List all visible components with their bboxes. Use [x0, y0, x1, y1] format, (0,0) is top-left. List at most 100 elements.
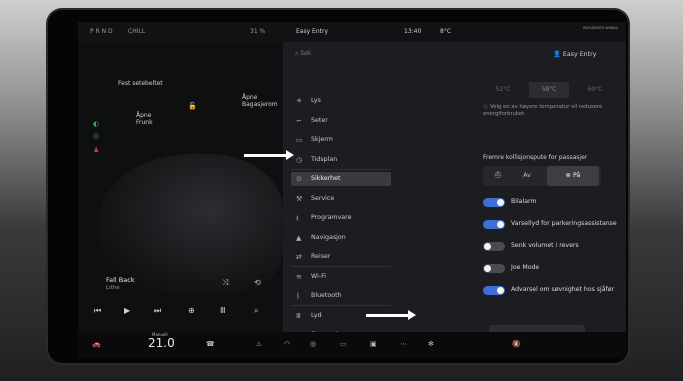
profile-button[interactable]: 👤 Easy Entry — [553, 50, 596, 58]
toggle-switch[interactable] — [483, 286, 505, 295]
equalizer-icon[interactable]: Ⅲ — [220, 306, 226, 315]
temp-option-52[interactable]: 52°C — [483, 82, 523, 98]
sound-icon: Ⅲ — [296, 311, 301, 320]
toggle-switch[interactable] — [483, 264, 505, 273]
menu-item-reiser[interactable]: ⇄ Reiser — [291, 250, 391, 264]
lightbulb-icon: ☀ — [296, 97, 303, 105]
annotation-arrow-skru-av — [366, 310, 416, 320]
previous-icon[interactable]: ⏮ — [94, 306, 101, 316]
toggle-switch[interactable] — [483, 198, 505, 207]
temp-option-58[interactable]: 58°C — [529, 82, 569, 98]
toggle-switch[interactable] — [483, 242, 505, 251]
menu-item-sikkerhet[interactable]: ⊙ Sikkerhet — [291, 172, 391, 186]
toggle-knob — [497, 221, 504, 228]
passenger-airbag-status: PASSENGER AIRBAG — [583, 26, 619, 30]
menu-item-tidsplan[interactable]: ◷ Tidsplan — [291, 153, 391, 167]
search-icon[interactable]: ⌕ — [254, 306, 258, 316]
seat-heat-icon[interactable]: ♨ — [256, 340, 262, 348]
menu-item-label: Reiser — [311, 253, 331, 260]
headlight-icon: ◐ — [93, 120, 100, 128]
steering-heat-icon[interactable]: ◎ — [310, 340, 316, 348]
menu-item-label: Navigasjon — [311, 233, 346, 241]
play-icon[interactable]: ▶ — [124, 306, 130, 315]
battery-level: 31 % — [250, 28, 266, 35]
trips-icon: ⇄ — [296, 253, 302, 261]
camera-icon[interactable]: ▣ — [370, 340, 377, 348]
bluetooth-icon: ᛒ — [296, 292, 301, 300]
phone-icon[interactable]: ☎ — [206, 340, 215, 348]
toggle-label: Advarsel om søvnighet hos sjåfør — [511, 286, 615, 293]
gear-indicator: P R N D — [90, 28, 113, 35]
menu-item-label: Programvare — [311, 214, 352, 221]
menu-item-wi-fi[interactable]: ≋ Wi-Fi — [291, 270, 391, 284]
status-profile[interactable]: Easy Entry — [296, 28, 328, 35]
bottom-bar: 🚗 Manuell 21.0 ☎ ♨ ◠ ◎ ▭ ▣ ⋯ ✻ 🔇 — [78, 332, 626, 358]
wifi-icon: ≋ — [296, 272, 302, 281]
menu-item-skjerm[interactable]: ▭ Skjerm — [291, 133, 391, 147]
menu-item-label: Lys — [311, 97, 321, 104]
open-frunk-button[interactable]: Åpne Frunk — [136, 112, 153, 126]
toggle-knob — [484, 265, 491, 272]
menu-item-programvare[interactable]: ⭳ Programvare — [291, 211, 391, 225]
airbag-off-option[interactable]: Av — [509, 166, 545, 186]
toggle-knob — [497, 199, 504, 206]
parking-light-icon: ◎ — [93, 132, 100, 140]
seatbelt-warning: Fest setebeltet — [118, 80, 163, 87]
profile-name: Easy Entry — [562, 51, 597, 58]
download-icon: ⭳ — [296, 214, 299, 222]
shuffle-icon[interactable]: ⤨ — [222, 278, 228, 288]
search-placeholder: Søk — [300, 50, 312, 57]
temperature-info-text: Velg en av høyere temperatur vil reduser… — [483, 104, 603, 117]
clock-icon: ◷ — [296, 155, 303, 164]
menu-item-label: Lyd — [311, 311, 322, 319]
clock: 13:40 — [404, 28, 422, 35]
settings-panel: ⌕ Søk 👤 Easy Entry ☀ Lys ⌐ Seter ▭ Skjerm ◷ Tid… — [283, 42, 626, 349]
menu-item-label: Tidsplan — [311, 155, 338, 163]
menu-item-navigasjon[interactable]: ▲ Navigasjon — [291, 231, 391, 245]
cabin-temperature[interactable]: 21.0 — [148, 336, 175, 350]
unlock-icon[interactable]: 🔓 — [188, 102, 197, 110]
song-artist: Lithe — [106, 285, 120, 291]
annotation-arrow-sikkerhet — [244, 150, 294, 160]
more-icon[interactable]: ⋯ — [400, 340, 407, 348]
menu-item-label: Sikkerhet — [311, 175, 341, 182]
volume-mute-icon[interactable]: 🔇 — [512, 340, 521, 348]
menu-item-seter[interactable]: ⌐ Seter — [291, 114, 391, 128]
menu-item-lys[interactable]: ☀ Lys — [291, 94, 391, 108]
airbag-section-title: Fremre kollisjonspute for passasjer — [483, 154, 588, 161]
outside-temperature: 8°C — [440, 28, 452, 35]
status-bar: P R N D CHILL 31 % Easy Entry 13:40 8°C … — [78, 22, 626, 42]
shield-icon: ⊙ — [296, 175, 302, 183]
touchscreen: P R N D CHILL 31 % Easy Entry 13:40 8°C … — [78, 22, 626, 358]
navigation-icon: ▲ — [296, 233, 302, 242]
settings-search[interactable]: ⌕ Søk — [295, 50, 311, 58]
media-player: Fall Back Lithe ⏮ ▶ ⏭ ⊕ Ⅲ ⌕ ⤨ ⟲ — [88, 274, 283, 330]
toggle-label: Varsellyd for parkeringsassistanse — [511, 220, 617, 227]
repeat-icon[interactable]: ⟲ — [254, 278, 261, 287]
menu-item-label: Seter — [311, 116, 328, 124]
airbag-icon: ⛑ — [494, 172, 502, 179]
menu-item-service[interactable]: ⚒ Service — [291, 192, 391, 206]
toggle-label: Senk volumet i revers — [511, 242, 579, 249]
song-title: Fall Back — [106, 276, 135, 284]
defrost-rear-icon[interactable]: ▭ — [340, 340, 347, 348]
wrench-icon: ⚒ — [296, 194, 303, 203]
menu-item-label: Skjerm — [311, 136, 333, 143]
toggle-knob — [497, 287, 504, 294]
seatbelt-icon: ♟ — [93, 146, 100, 154]
menu-item-label: Service — [311, 194, 335, 202]
temp-option-60[interactable]: 60°C — [575, 82, 615, 98]
drive-mode: CHILL — [128, 28, 146, 35]
menu-item-bluetooth[interactable]: ᛒ Bluetooth — [291, 289, 391, 303]
fan-icon[interactable]: ✻ — [428, 340, 434, 348]
car-icon[interactable]: 🚗 — [92, 340, 101, 348]
car-model — [98, 154, 283, 294]
airbag-on-option[interactable]: ⊗ På — [547, 166, 599, 186]
toggle-switch[interactable] — [483, 220, 505, 229]
display-icon: ▭ — [296, 136, 303, 144]
next-icon[interactable]: ⏭ — [154, 306, 161, 316]
defrost-front-icon[interactable]: ◠ — [284, 340, 290, 348]
open-trunk-button[interactable]: Åpne Bagasjerom — [242, 94, 278, 108]
add-favorite-icon[interactable]: ⊕ — [188, 306, 195, 315]
airbag-toggle: ⛑ Av ⊗ På — [483, 166, 601, 186]
